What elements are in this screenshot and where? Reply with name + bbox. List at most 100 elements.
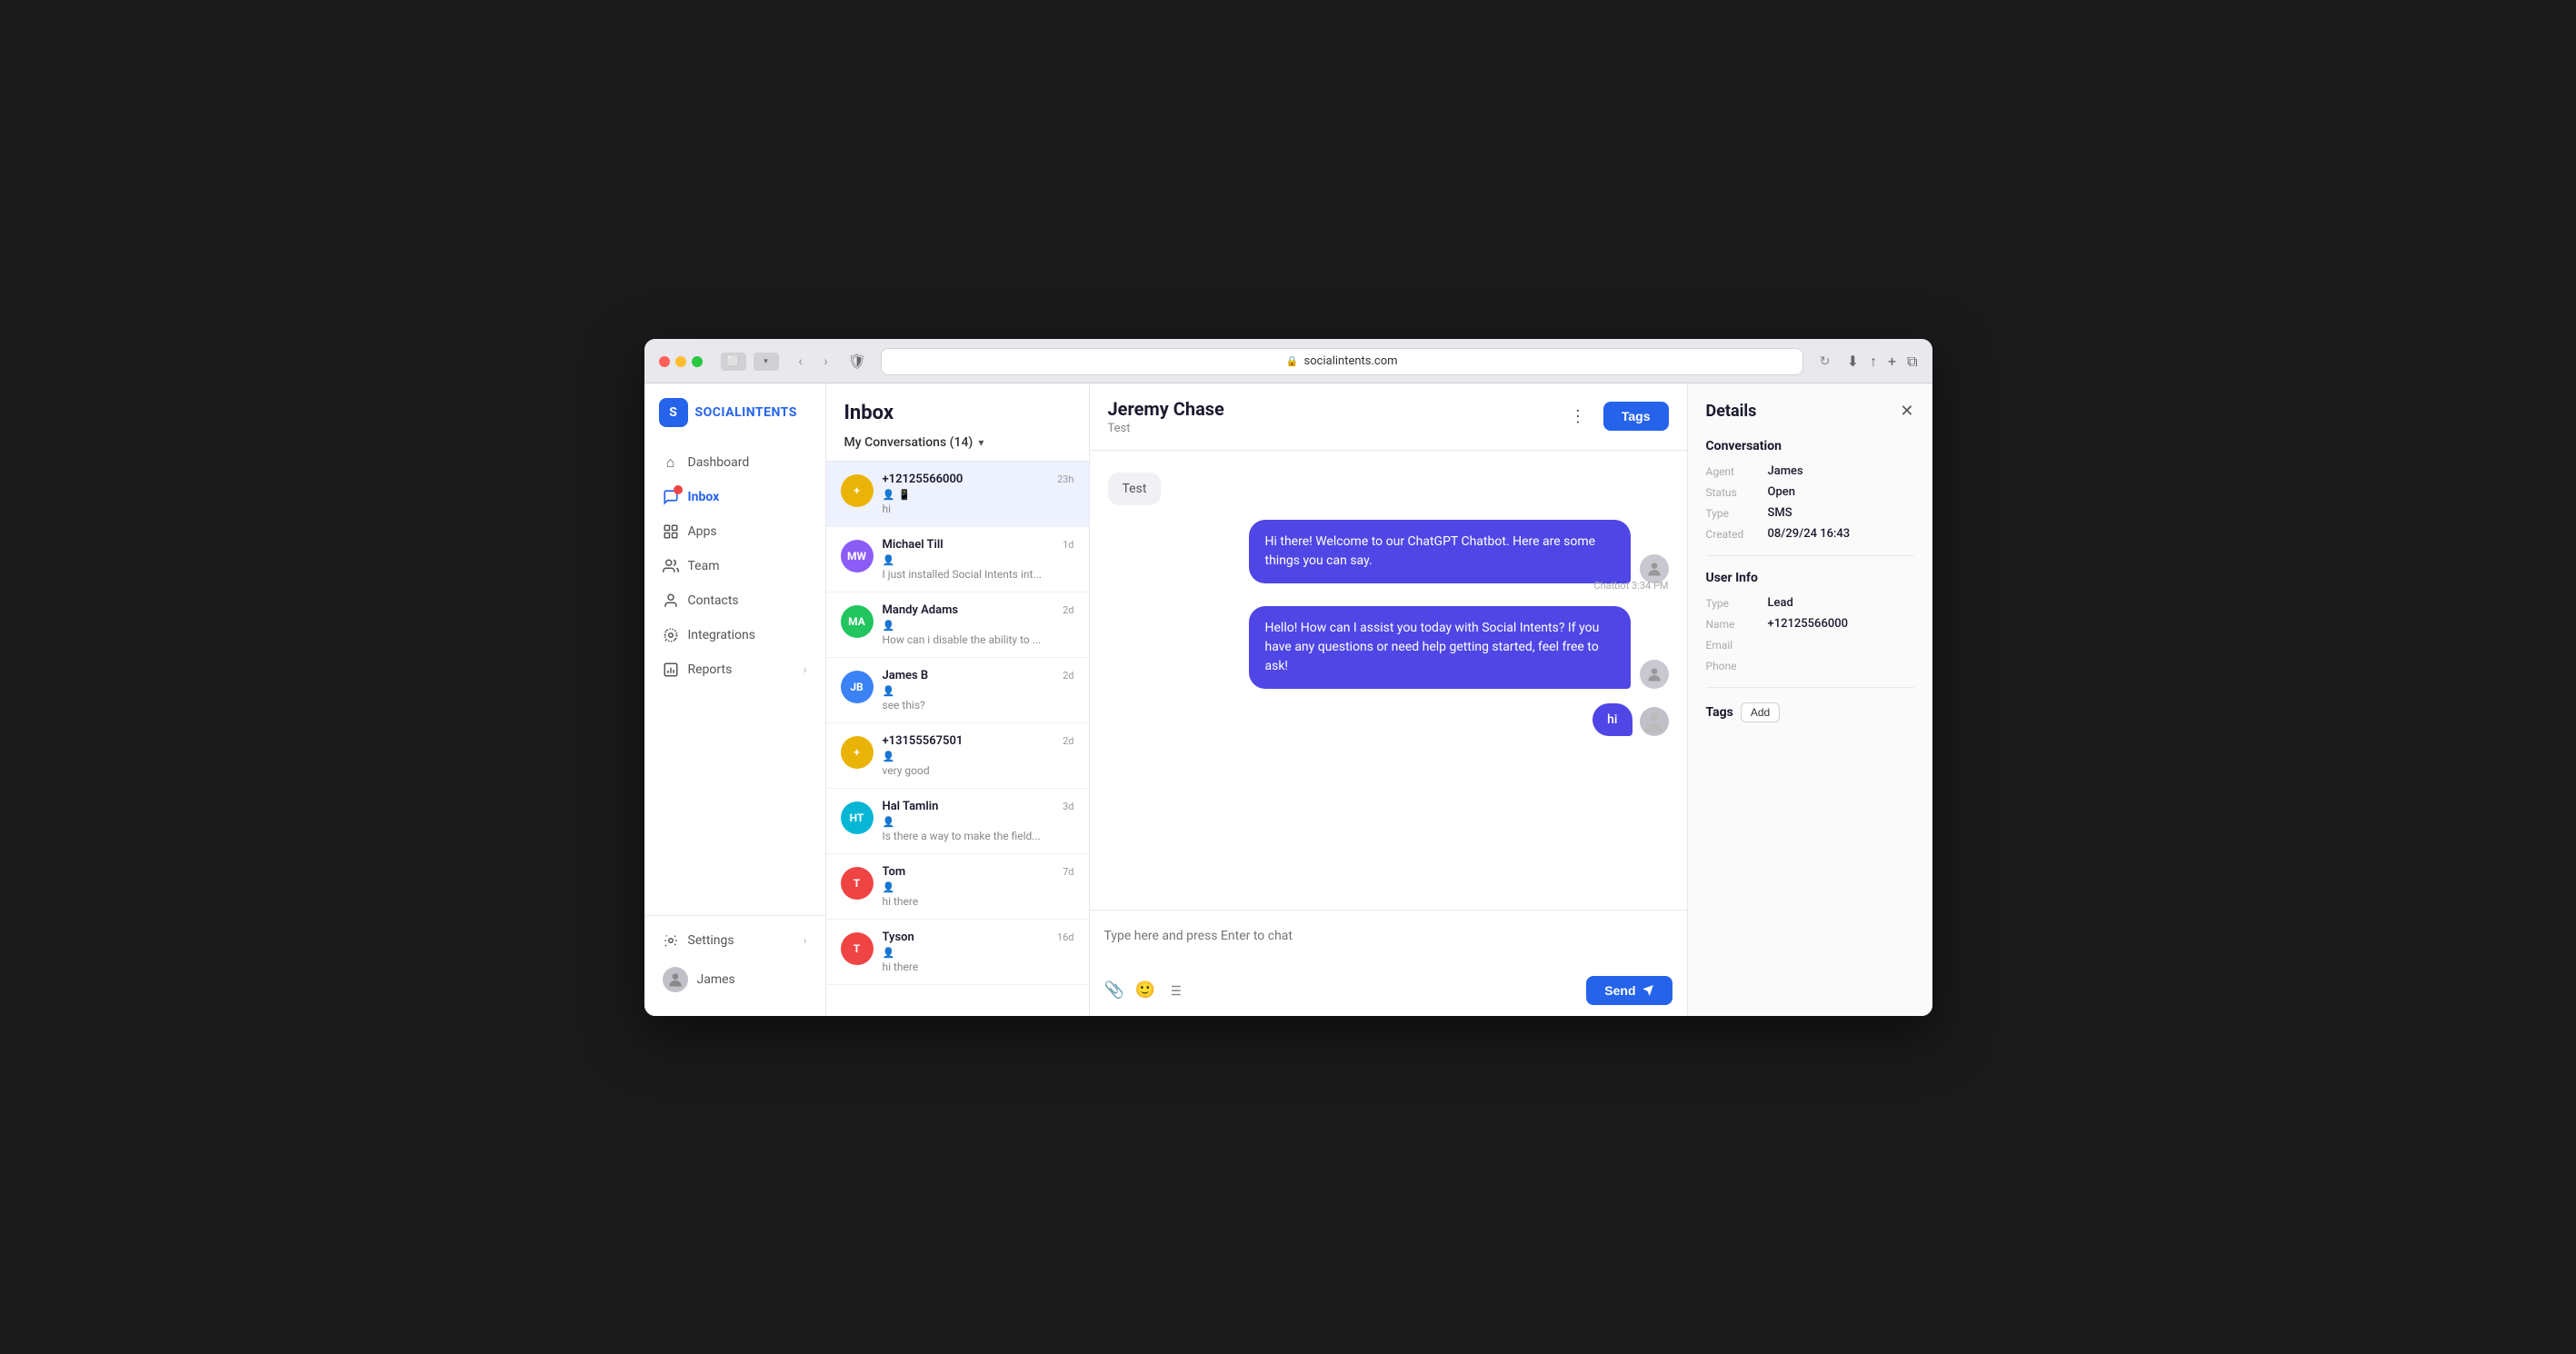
sidebar-item-label: Contacts [688, 593, 739, 608]
more-options-button[interactable]: ⋮ [1563, 402, 1593, 431]
sidebar-item-contacts[interactable]: Contacts [644, 583, 825, 618]
sidebar-item-team[interactable]: Team [644, 549, 825, 583]
detail-value: Open [1768, 485, 1795, 499]
detail-label: Status [1706, 485, 1768, 499]
message-bot: Hello! How can I assist you today with S… [1249, 606, 1669, 689]
back-button[interactable]: ‹ [790, 351, 812, 373]
chat-input[interactable] [1104, 921, 1672, 965]
phone-icon: 📱 [898, 489, 911, 501]
conv-preview: see this? [883, 699, 1074, 712]
conv-name: Tyson [883, 931, 914, 944]
sidebar: S SOCIALINTENTS ⌂ Dashboard Inbox [644, 383, 826, 1016]
bot-avatar [1640, 660, 1669, 689]
add-tag-button[interactable]: Add [1741, 702, 1780, 722]
avatar: T [841, 867, 874, 900]
sidebar-item-apps[interactable]: Apps [644, 514, 825, 549]
agent-icon: 👤 [883, 620, 895, 632]
team-icon [663, 558, 679, 574]
agent-icon: 👤 [883, 489, 895, 501]
address-bar[interactable]: 🔒 socialintents.com [881, 348, 1803, 375]
conversation-item[interactable]: + +13155567501 2d 👤 very good [826, 723, 1089, 789]
message-bubble: Hello! How can I assist you today with S… [1249, 606, 1631, 689]
avatar: HT [841, 801, 874, 834]
conv-preview: hi there [883, 895, 1074, 908]
conv-content: +12125566000 23h 👤 📱 hi [883, 473, 1074, 515]
inbox-header: Inbox My Conversations (14) ▾ [826, 383, 1089, 462]
url-text: socialintents.com [1304, 354, 1398, 368]
reports-icon [663, 662, 679, 678]
details-header: Details ✕ [1706, 402, 1914, 421]
sidebar-item-inbox[interactable]: Inbox [644, 480, 825, 514]
sidebar-bottom: Settings › James [644, 915, 825, 1001]
detail-label: Type [1706, 506, 1768, 520]
close-chat-button[interactable]: Tags [1603, 402, 1669, 431]
conversations-filter[interactable]: My Conversations (14) ▾ [844, 435, 1071, 450]
forward-button[interactable]: › [815, 351, 837, 373]
minimize-window-button[interactable] [675, 356, 686, 367]
logo-icon: S [659, 398, 688, 427]
nav-arrows: ‹ › [790, 351, 837, 373]
integrations-icon [663, 627, 679, 643]
detail-label: Agent [1706, 464, 1768, 478]
detail-row-type: Type SMS [1706, 506, 1914, 520]
download-icon[interactable]: ⬇ [1847, 353, 1859, 370]
settings-icon [663, 932, 679, 949]
sidebar-item-integrations[interactable]: Integrations [644, 618, 825, 652]
inbox-icon [663, 489, 679, 505]
tabs-icon[interactable]: ⧉ [1907, 353, 1917, 371]
agent-icon: 👤 [883, 816, 895, 828]
conversation-item[interactable]: + +12125566000 23h 👤 📱 hi [826, 462, 1089, 527]
conversation-list: + +12125566000 23h 👤 📱 hi [826, 462, 1089, 985]
section-divider [1706, 687, 1914, 688]
conv-time: 3d [1063, 801, 1073, 812]
details-title: Details [1706, 402, 1757, 421]
detail-label: Phone [1706, 659, 1768, 672]
sidebar-item-label: Inbox [688, 490, 720, 504]
conversation-item[interactable]: HT Hal Tamlin 3d 👤 Is there a way to mak… [826, 789, 1089, 854]
conversation-item[interactable]: MW Michael Till 1d 👤 I just installed So… [826, 527, 1089, 592]
conversation-item[interactable]: JB James B 2d 👤 see this? [826, 658, 1089, 723]
sidebar-item-dashboard[interactable]: ⌂ Dashboard [644, 445, 825, 480]
chat-header-actions: ⋮ Tags [1563, 402, 1669, 431]
conv-content: Mandy Adams 2d 👤 How can i disable the a… [883, 603, 1074, 646]
home-icon: ⌂ [663, 454, 679, 471]
sidebar-toggle-icon[interactable]: ⬜ [721, 353, 746, 371]
message-timestamp: Chatbot 3:34 PM [1593, 580, 1668, 592]
sidebar-item-user[interactable]: James [644, 958, 825, 1001]
agent-icon: 👤 [883, 947, 895, 959]
chat-tools: 📎 🙂 [1104, 981, 1183, 1000]
chat-contact-info: Jeremy Chase Test [1108, 398, 1224, 435]
close-window-button[interactable] [659, 356, 670, 367]
shield-icon: 🛡 [848, 353, 866, 370]
conversation-item[interactable]: MA Mandy Adams 2d 👤 How can i disable th… [826, 592, 1089, 658]
conversation-item[interactable]: T Tom 7d 👤 hi there [826, 854, 1089, 920]
sidebar-item-reports[interactable]: Reports › [644, 652, 825, 687]
avatar: JB [841, 671, 874, 703]
conv-content: Hal Tamlin 3d 👤 Is there a way to make t… [883, 800, 1074, 842]
send-button[interactable]: Send [1586, 976, 1672, 1005]
reload-button[interactable]: ↻ [1814, 351, 1836, 373]
chat-contact-name: Jeremy Chase [1108, 398, 1224, 420]
new-tab-icon[interactable]: + [1888, 353, 1896, 370]
inbox-list: Inbox My Conversations (14) ▾ + +1212556… [826, 383, 1090, 1016]
message-user: hi [1593, 703, 1668, 736]
window-menu-icon[interactable]: ▾ [754, 353, 779, 371]
detail-row-user-name: Name +12125566000 [1706, 617, 1914, 631]
sidebar-item-label: Team [688, 559, 720, 573]
maximize-window-button[interactable] [692, 356, 703, 367]
agent-icon: 👤 [883, 554, 895, 566]
close-details-button[interactable]: ✕ [1900, 402, 1913, 421]
conversation-item[interactable]: T Tyson 16d 👤 hi there [826, 920, 1089, 985]
attachment-icon[interactable]: 📎 [1104, 981, 1124, 1000]
share-icon[interactable]: ↑ [1870, 353, 1877, 371]
tags-section: Tags Add [1706, 702, 1914, 722]
inbox-title: Inbox [844, 402, 1071, 424]
emoji-icon[interactable]: 🙂 [1135, 981, 1155, 1000]
traffic-lights [659, 356, 703, 367]
sidebar-item-settings[interactable]: Settings › [644, 923, 825, 958]
list-icon[interactable] [1166, 982, 1183, 999]
tags-label: Tags [1706, 705, 1733, 720]
sidebar-item-label: Integrations [688, 628, 755, 642]
conv-time: 1d [1063, 539, 1073, 551]
chat-input-area: 📎 🙂 Send [1090, 910, 1687, 1016]
